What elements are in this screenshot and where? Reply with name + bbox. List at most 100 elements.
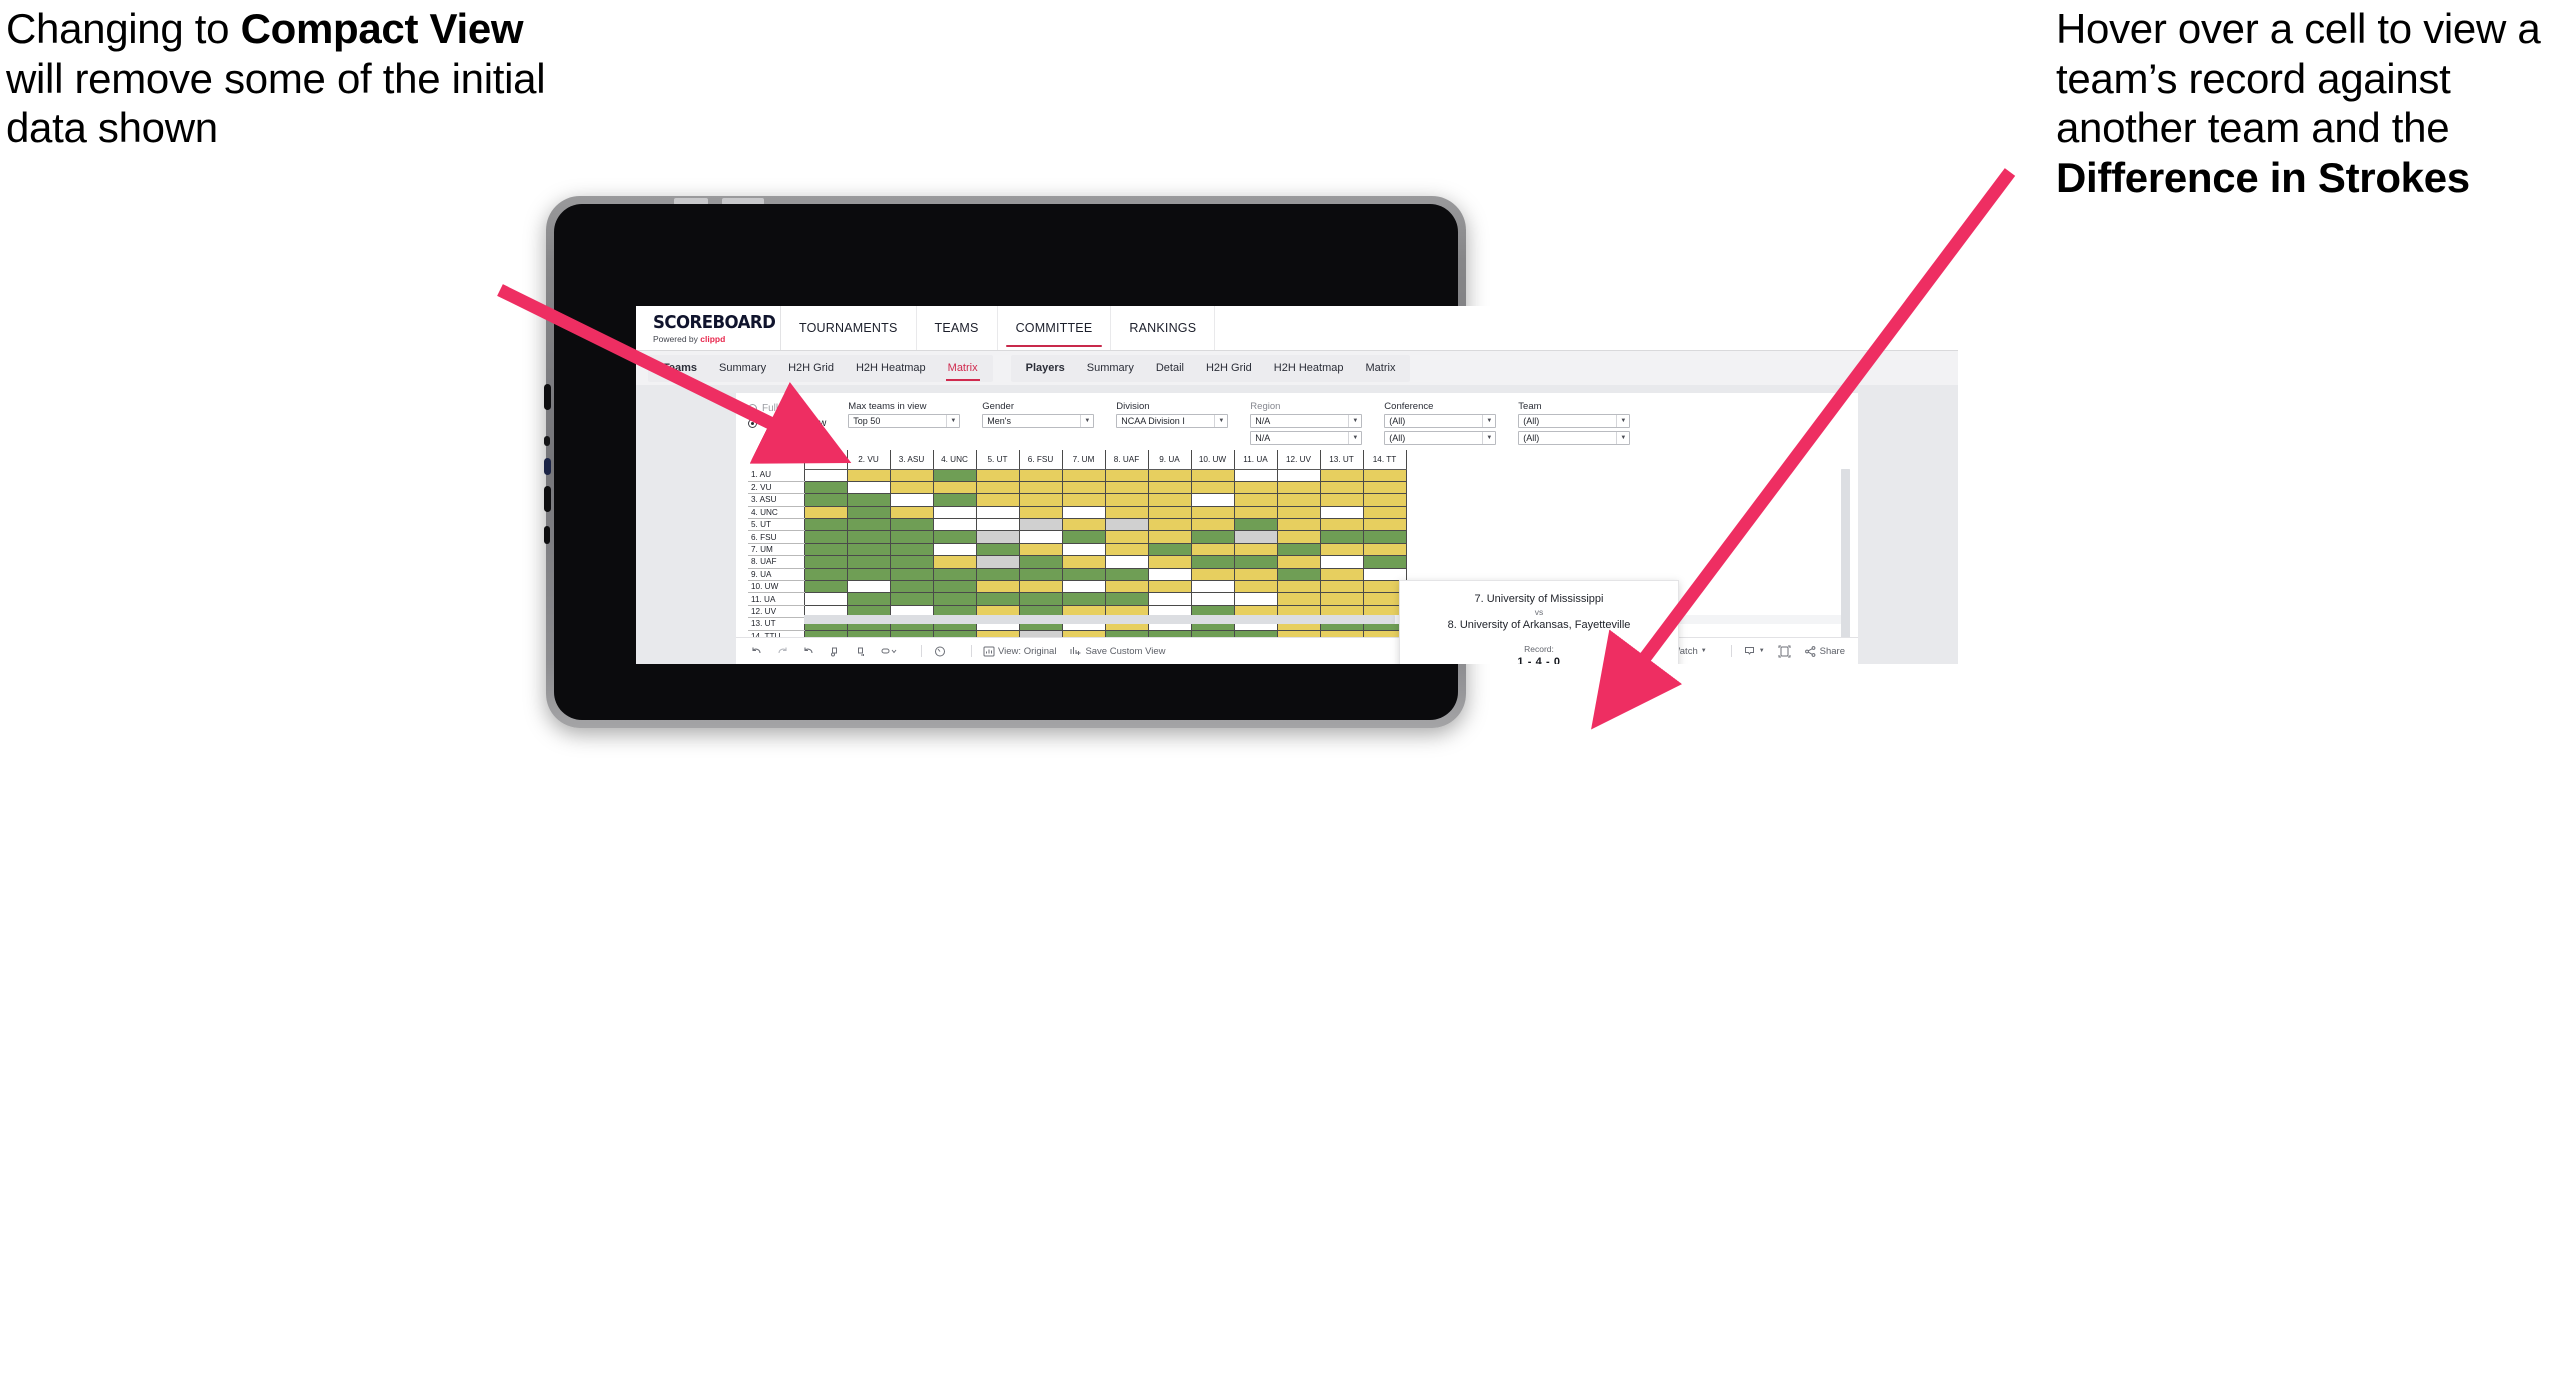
pause-button[interactable] xyxy=(854,645,867,658)
top-nav-rankings[interactable]: RANKINGS xyxy=(1111,306,1216,350)
matrix-cell[interactable] xyxy=(889,493,934,507)
refresh-button[interactable] xyxy=(828,645,841,658)
matrix-cell[interactable] xyxy=(975,542,1020,557)
matrix-cell[interactable] xyxy=(1190,468,1235,482)
matrix-cell[interactable] xyxy=(1018,493,1063,507)
matrix-cell[interactable] xyxy=(1104,555,1149,569)
radio-compact-view[interactable]: Compact View xyxy=(748,418,826,429)
matrix-cell[interactable] xyxy=(975,567,1020,582)
matrix-cell[interactable] xyxy=(1362,480,1407,495)
undo-button[interactable] xyxy=(750,645,763,658)
matrix-cell[interactable] xyxy=(1061,555,1106,569)
matrix-col-header[interactable]: 11. UA xyxy=(1233,450,1278,470)
matrix-cell[interactable] xyxy=(1147,518,1192,532)
matrix-cell[interactable] xyxy=(889,567,934,582)
filter-division-select[interactable]: NCAA Division I ▼ xyxy=(1116,414,1229,428)
matrix-cell[interactable] xyxy=(1104,480,1149,495)
matrix-cell[interactable] xyxy=(889,468,934,482)
matrix-cell[interactable] xyxy=(1104,468,1149,482)
sub-nav-players-summary[interactable]: Summary xyxy=(1076,355,1145,382)
sub-nav-players-detail[interactable]: Detail xyxy=(1145,355,1195,382)
matrix-cell[interactable] xyxy=(1104,567,1149,582)
matrix-cell[interactable] xyxy=(975,480,1020,495)
matrix-cell[interactable] xyxy=(803,542,848,557)
save-custom-view-button[interactable]: Save Custom View xyxy=(1069,645,1166,658)
matrix-cell[interactable] xyxy=(846,468,891,482)
matrix-row-header[interactable]: 12. UV xyxy=(748,605,805,619)
matrix-cell[interactable] xyxy=(975,530,1020,544)
matrix-cell[interactable] xyxy=(1018,530,1063,544)
matrix-cell[interactable] xyxy=(1276,555,1321,569)
matrix-cell[interactable] xyxy=(803,567,848,582)
matrix-cell[interactable] xyxy=(803,592,848,606)
sub-nav-teams-h2h-heatmap[interactable]: H2H Heatmap xyxy=(845,355,937,382)
matrix-cell[interactable] xyxy=(889,530,934,544)
matrix-cell[interactable] xyxy=(846,567,891,582)
matrix-cell[interactable] xyxy=(803,505,848,520)
matrix-cell[interactable] xyxy=(1233,579,1278,594)
matrix-cell[interactable] xyxy=(932,493,977,507)
matrix-cell[interactable] xyxy=(1190,579,1235,594)
matrix-cell[interactable] xyxy=(1362,542,1407,557)
matrix-cell[interactable] xyxy=(1276,480,1321,495)
matrix-col-header[interactable]: 14. TT xyxy=(1362,450,1407,470)
matrix-cell[interactable] xyxy=(1018,542,1063,557)
matrix-cell[interactable] xyxy=(1147,505,1192,520)
matrix-cell[interactable] xyxy=(846,480,891,495)
sub-nav-players-h2h-heatmap[interactable]: H2H Heatmap xyxy=(1263,355,1355,382)
matrix-cell[interactable] xyxy=(1147,468,1192,482)
filter-team-select-2[interactable]: (All) ▼ xyxy=(1518,431,1631,445)
redo-button[interactable] xyxy=(776,645,789,658)
matrix-row-header[interactable]: 13. UT xyxy=(748,617,805,631)
matrix-vertical-scroll-thumb[interactable] xyxy=(1841,469,1850,664)
matrix-cell[interactable] xyxy=(1319,493,1364,507)
filter-region-select-1[interactable]: N/A ▼ xyxy=(1250,414,1363,428)
matrix-cell[interactable] xyxy=(1061,592,1106,606)
matrix-cell[interactable] xyxy=(803,518,848,532)
matrix-cell[interactable] xyxy=(1018,555,1063,569)
matrix-cell[interactable] xyxy=(1276,468,1321,482)
matrix-cell[interactable] xyxy=(1276,542,1321,557)
matrix-cell[interactable] xyxy=(846,518,891,532)
matrix-cell[interactable] xyxy=(889,592,934,606)
matrix-vertical-scrollbar[interactable] xyxy=(1841,469,1850,664)
fullscreen-button[interactable] xyxy=(1778,645,1791,658)
matrix-col-header[interactable]: 1. AU xyxy=(803,450,848,470)
matrix-row-header[interactable]: 10. UW xyxy=(748,580,805,594)
matrix-row-header[interactable]: 8. UAF xyxy=(748,555,805,569)
matrix-cell[interactable] xyxy=(932,567,977,582)
matrix-cell[interactable] xyxy=(889,555,934,569)
matrix-col-header[interactable]: 8. UAF xyxy=(1104,450,1149,470)
matrix-cell[interactable] xyxy=(1362,505,1407,520)
matrix-cell[interactable] xyxy=(1018,468,1063,482)
matrix-row-header[interactable]: 2. VU xyxy=(748,481,805,495)
matrix-cell[interactable] xyxy=(1233,555,1278,569)
matrix-cell[interactable] xyxy=(975,592,1020,606)
matrix-cell[interactable] xyxy=(1147,579,1192,594)
matrix-col-header[interactable]: 13. UT xyxy=(1319,450,1364,470)
matrix-cell[interactable] xyxy=(803,555,848,569)
matrix-cell[interactable] xyxy=(1276,592,1321,606)
matrix-col-header[interactable]: 5. UT xyxy=(975,450,1020,470)
matrix-cell[interactable] xyxy=(932,579,977,594)
matrix-cell[interactable] xyxy=(1362,567,1407,582)
filter-gender-select[interactable]: Men's ▼ xyxy=(982,414,1095,428)
view-original-button[interactable]: View: Original xyxy=(983,645,1056,658)
matrix-cell[interactable] xyxy=(803,480,848,495)
matrix-cell[interactable] xyxy=(1190,505,1235,520)
matrix-cell[interactable] xyxy=(1061,579,1106,594)
matrix-cell[interactable] xyxy=(1147,530,1192,544)
matrix-cell[interactable] xyxy=(1061,567,1106,582)
matrix-cell[interactable] xyxy=(803,530,848,544)
revert-button[interactable] xyxy=(802,645,815,658)
matrix-col-header[interactable]: 2. VU xyxy=(846,450,891,470)
matrix-cell[interactable] xyxy=(975,555,1020,569)
matrix-cell[interactable] xyxy=(1147,493,1192,507)
matrix-cell[interactable] xyxy=(1147,555,1192,569)
matrix-cell[interactable] xyxy=(1061,468,1106,482)
matrix-cell[interactable] xyxy=(975,579,1020,594)
matrix-cell[interactable] xyxy=(1018,480,1063,495)
matrix-cell[interactable] xyxy=(1190,592,1235,606)
matrix-col-header[interactable]: 10. UW xyxy=(1190,450,1235,470)
matrix-horizontal-scroll-thumb[interactable] xyxy=(804,615,1396,624)
